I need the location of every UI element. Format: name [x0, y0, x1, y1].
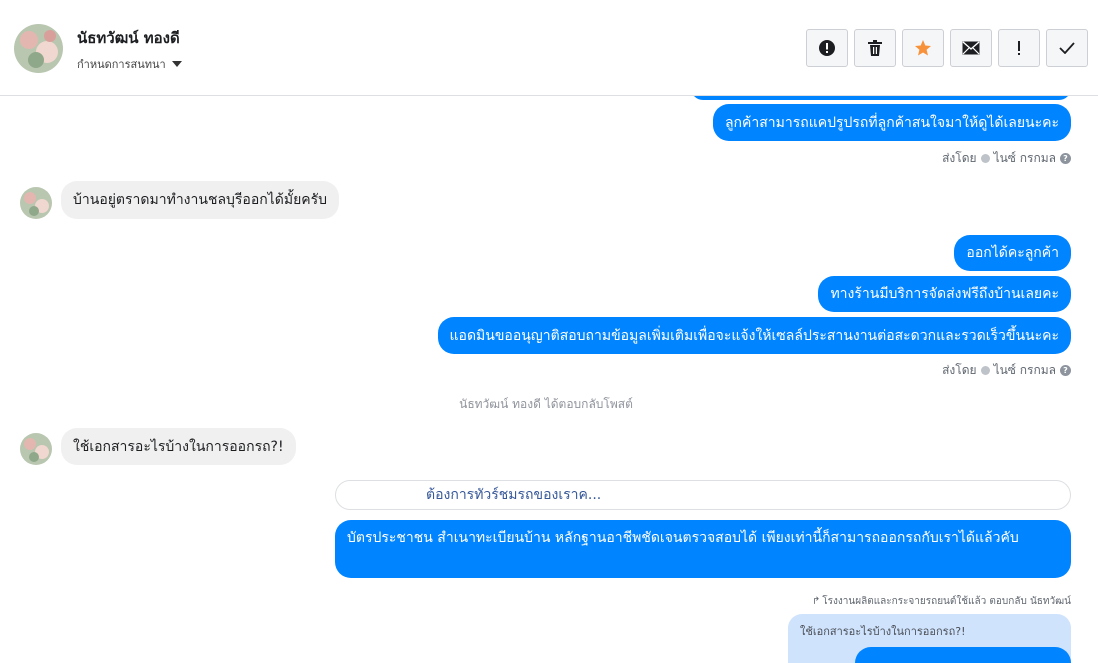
- message-bubble-outgoing[interactable]: แอดมินขออนุญาติสอบถามข้อมูลเพิ่มเติมเพื่…: [437, 317, 1071, 354]
- spam-icon: [819, 40, 835, 56]
- sent-by-label: ส่งโดย: [942, 363, 977, 377]
- reply-header: ↱ โรงงานผลิตและกระจายรถยนต์ใช้แล้ว ตอบกล…: [812, 594, 1071, 609]
- important-icon: [1018, 41, 1020, 55]
- contact-avatar[interactable]: [14, 24, 63, 73]
- message-text: ออกได้คะลูกค้า: [966, 245, 1059, 261]
- message-text: บัตรประชาชน สำเนาทะเบียนบ้าน หลักฐานอาชี…: [347, 530, 1019, 546]
- mark-unread-button[interactable]: [950, 29, 992, 67]
- message-bubble-outgoing[interactable]: ทางร้านมีบริการจัดส่งฟรีถึงบ้านเลยคะ: [818, 276, 1071, 312]
- conversation-header: นัธทวัฒน์ ทองดี กำหนดการสนทนา: [0, 0, 1098, 96]
- message-bubble-outgoing[interactable]: ลูกค้าสามารถแคปรูปรถที่ลูกค้าสนใจมาให้ดู…: [712, 104, 1071, 141]
- message-bubble-outgoing[interactable]: บัตรประชาชน สำเนาทะเบียนบ้าน หลักฐานอาชี…: [335, 520, 1071, 578]
- header-actions: [806, 29, 1088, 67]
- message-bubble-outgoing[interactable]: ออกได้คะลูกค้า: [954, 235, 1071, 271]
- assign-conversation-dropdown[interactable]: กำหนดการสนทนา: [77, 55, 182, 73]
- help-icon[interactable]: ?: [1060, 153, 1071, 164]
- mark-important-button[interactable]: [998, 29, 1040, 67]
- sent-by-name: ไนซ์ กรกมล: [993, 151, 1056, 165]
- caret-down-icon: [171, 61, 182, 67]
- contact-name: นัธทวัฒน์ ทองดี: [77, 29, 180, 47]
- message-text: บ้านอยู่ตราดมาทำงานชลบุรีออกได้มั้ยครับ: [73, 192, 328, 208]
- quoted-text: ใช้เอกสารอะไรบ้างในการออกรถ?!: [800, 625, 966, 638]
- trash-icon: [868, 40, 882, 56]
- help-icon[interactable]: ?: [1060, 365, 1071, 376]
- message-bubble-outgoing-clipped: [691, 96, 1071, 100]
- check-icon: [1059, 42, 1075, 54]
- sent-by-info: ส่งโดย ไนซ์ กรกมล ?: [942, 149, 1071, 168]
- page-icon: [980, 154, 990, 163]
- message-bubble-incoming[interactable]: ใช้เอกสารอะไรบ้างในการออกรถ?!: [61, 428, 296, 465]
- message-bubble-incoming[interactable]: บ้านอยู่ตราดมาทำงานชลบุรีออกได้มั้ยครับ: [61, 181, 340, 219]
- star-icon: [915, 40, 931, 56]
- page-icon: [980, 366, 990, 375]
- mark-done-button[interactable]: [1046, 29, 1088, 67]
- message-text: ทางร้านมีบริการจัดส่งฟรีถึงบ้านเลยคะ: [830, 286, 1059, 302]
- sent-by-label: ส่งโดย: [942, 151, 977, 165]
- contact-avatar-small[interactable]: [20, 433, 52, 465]
- reply-arrow-icon: ↱: [811, 596, 821, 607]
- message-text: แอดมินขออนุญาติสอบถามข้อมูลเพิ่มเติมเพื่…: [449, 327, 1059, 344]
- sent-by-info: ส่งโดย ไนซ์ กรกมล ?: [942, 361, 1071, 380]
- message-bubble-outgoing-clipped: [855, 647, 1071, 663]
- message-text: ลูกค้าสามารถแคปรูปรถที่ลูกค้าสนใจมาให้ดู…: [724, 114, 1059, 131]
- delete-button[interactable]: [854, 29, 896, 67]
- quick-reply-link[interactable]: ต้องการทัวร์ชมรถของเราค...: [335, 480, 1071, 510]
- mail-icon: [962, 41, 980, 55]
- mark-spam-button[interactable]: [806, 29, 848, 67]
- message-thread[interactable]: ลูกค้าสามารถแคปรูปรถที่ลูกค้าสนใจมาให้ดู…: [0, 96, 1098, 663]
- system-note: นัธทวัฒน์ ทองดี ได้ตอบกลับโพสต์: [459, 397, 633, 411]
- contact-avatar-small[interactable]: [20, 187, 52, 219]
- star-button[interactable]: [902, 29, 944, 67]
- assign-label: กำหนดการสนทนา: [77, 58, 166, 71]
- sent-by-name: ไนซ์ กรกมล: [993, 363, 1056, 377]
- reply-header-text: โรงงานผลิตและกระจายรถยนต์ใช้แล้ว ตอบกลับ…: [822, 596, 1071, 607]
- message-text: ใช้เอกสารอะไรบ้างในการออกรถ?!: [73, 438, 284, 455]
